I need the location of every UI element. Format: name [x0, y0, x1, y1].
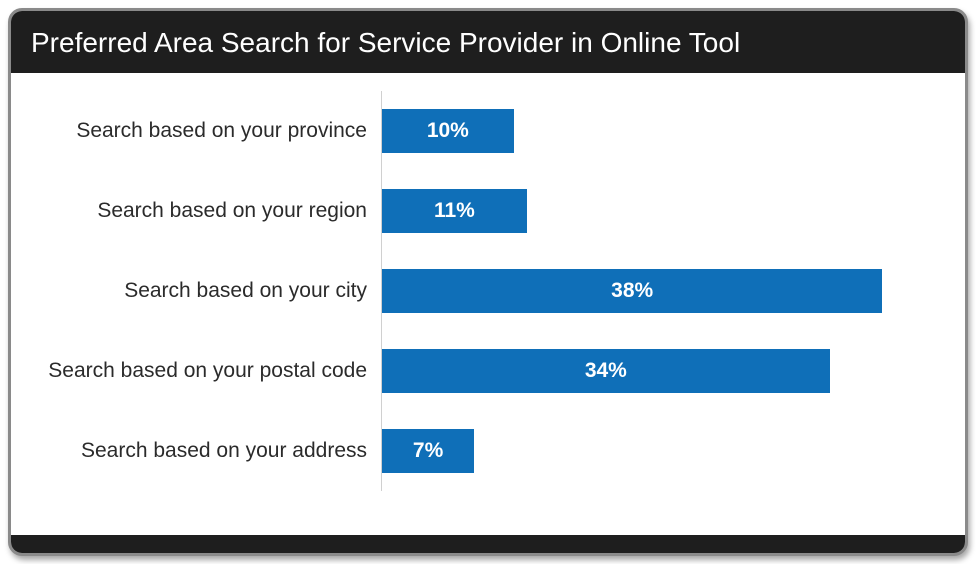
category-label: Search based on your region [31, 199, 381, 223]
bar-row: Search based on your address 7% [31, 411, 935, 491]
bar-row: Search based on your city 38% [31, 251, 935, 331]
axis-area: 38% [381, 251, 935, 331]
bar: 34% [382, 349, 830, 393]
footer-strip [11, 535, 965, 553]
bar-value-label: 38% [611, 279, 653, 303]
category-label: Search based on your city [31, 279, 381, 303]
bar-row: Search based on your region 11% [31, 171, 935, 251]
bar: 7% [382, 429, 474, 473]
bar-row: Search based on your province 10% [31, 91, 935, 171]
chart-card: Preferred Area Search for Service Provid… [8, 8, 968, 556]
axis-area: 11% [381, 171, 935, 251]
category-label: Search based on your address [31, 439, 381, 463]
bar-value-label: 34% [585, 359, 627, 383]
category-label: Search based on your postal code [31, 359, 381, 383]
bar-value-label: 11% [434, 199, 475, 223]
chart-plot-area: Search based on your province 10% Search… [11, 73, 965, 535]
bar-row: Search based on your postal code 34% [31, 331, 935, 411]
bar-value-label: 10% [427, 119, 469, 143]
bar: 11% [382, 189, 527, 233]
category-label: Search based on your province [31, 119, 381, 143]
chart-title: Preferred Area Search for Service Provid… [11, 11, 965, 73]
axis-area: 34% [381, 331, 935, 411]
bar: 38% [382, 269, 882, 313]
axis-area: 10% [381, 91, 935, 171]
bar: 10% [382, 109, 514, 153]
axis-area: 7% [381, 411, 935, 491]
bar-value-label: 7% [413, 439, 443, 463]
